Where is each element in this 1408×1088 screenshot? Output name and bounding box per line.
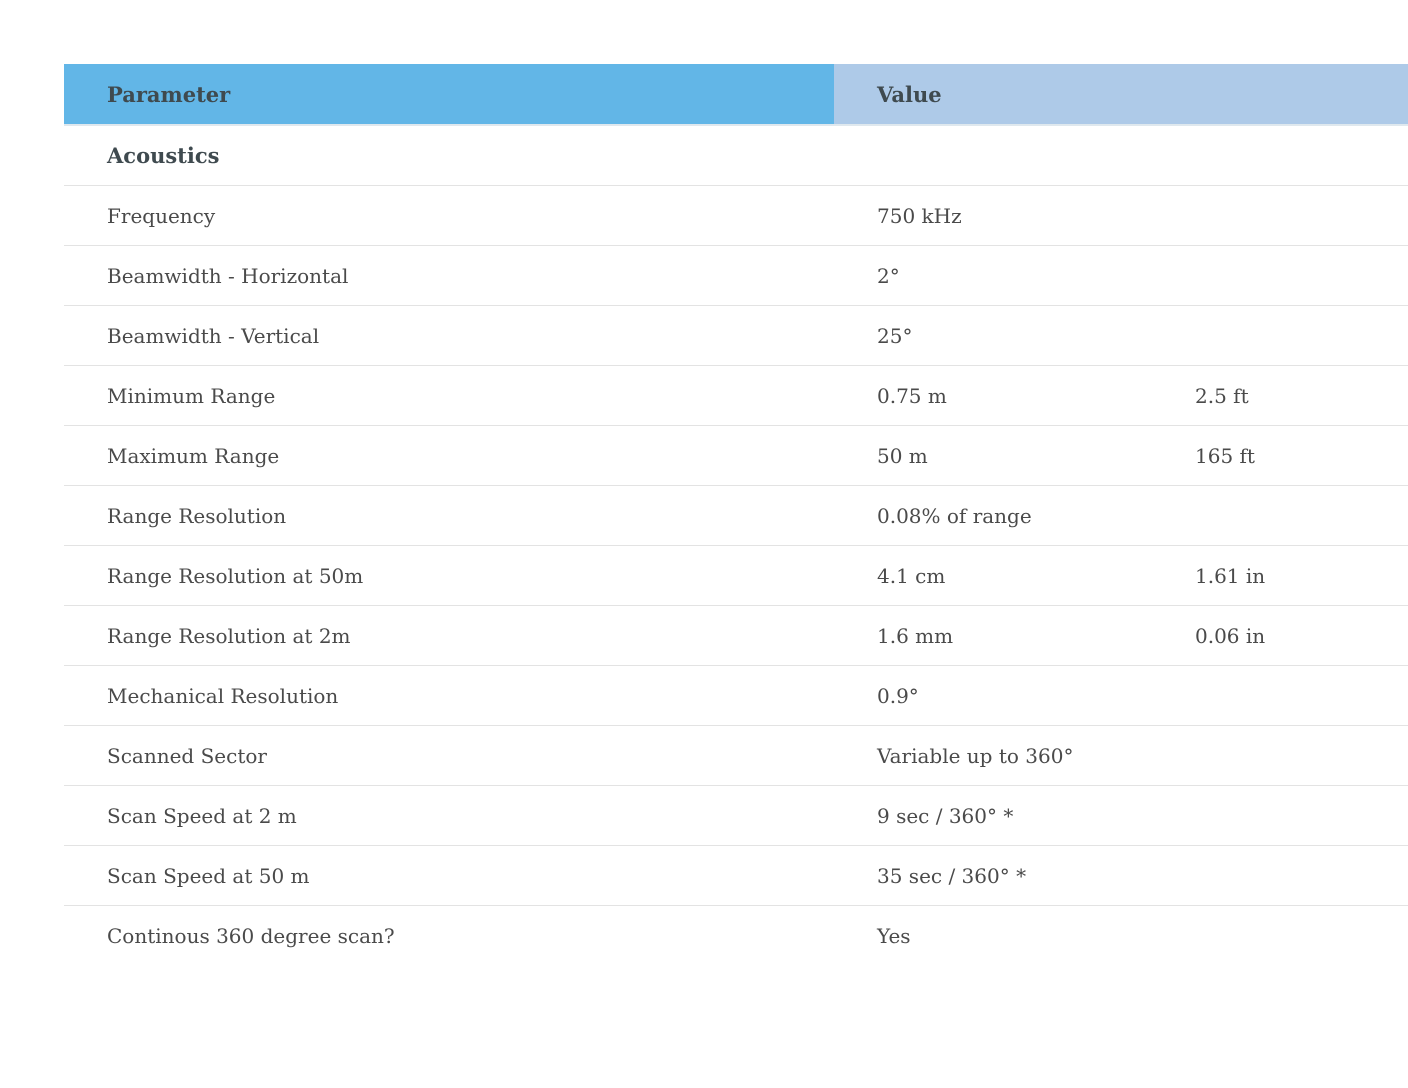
header-value: Value [834, 64, 1408, 124]
row-alt-value [1152, 486, 1408, 545]
row-value: 1.6 mm [877, 623, 954, 648]
row-parameter: Minimum Range [107, 383, 276, 408]
row-parameter: Continous 360 degree scan? [107, 924, 395, 948]
row-value: 0.08% of range [877, 503, 1032, 528]
spec-table: Parameter Value Acoustics Frequency 750 … [64, 64, 1408, 966]
header-parameter: Parameter [64, 64, 834, 124]
table-row: Beamwidth - Horizontal 2° [64, 246, 1408, 306]
row-alt-value: 165 ft [1195, 443, 1255, 468]
table-row: Range Resolution at 2m 1.6 mm 0.06 in [64, 606, 1408, 666]
row-alt-value [1152, 666, 1408, 725]
row-parameter: Acoustics [107, 143, 220, 168]
table-row: Continous 360 degree scan? Yes [64, 906, 1408, 966]
row-value: 0.75 m [877, 383, 947, 408]
row-alt-value [1152, 846, 1408, 905]
row-value [834, 126, 1152, 185]
row-value: 750 kHz [877, 203, 962, 228]
row-parameter: Range Resolution at 2m [107, 623, 351, 648]
row-alt-value: 0.06 in [1195, 623, 1266, 648]
table-row: Acoustics [64, 126, 1408, 186]
row-parameter: Range Resolution at 50m [107, 563, 364, 588]
table-row: Range Resolution at 50m 4.1 cm 1.61 in [64, 546, 1408, 606]
table-row: Frequency 750 kHz [64, 186, 1408, 246]
table-row: Mechanical Resolution 0.9° [64, 666, 1408, 726]
row-value: 25° [877, 323, 913, 348]
row-parameter: Scanned Sector [107, 743, 267, 768]
table-row: Minimum Range 0.75 m 2.5 ft [64, 366, 1408, 426]
row-parameter: Beamwidth - Horizontal [107, 263, 349, 288]
row-value: 9 sec / 360° * [877, 803, 1014, 828]
row-alt-value [1152, 306, 1408, 365]
row-parameter: Frequency [107, 203, 216, 228]
table-row: Maximum Range 50 m 165 ft [64, 426, 1408, 486]
row-parameter: Range Resolution [107, 503, 287, 528]
row-alt-value [1152, 786, 1408, 845]
table-header: Parameter Value [64, 64, 1408, 126]
row-value: 4.1 cm [877, 563, 946, 588]
row-parameter: Mechanical Resolution [107, 683, 339, 708]
row-alt-value: 1.61 in [1195, 563, 1266, 588]
row-value: 50 m [877, 443, 928, 468]
table-row: Beamwidth - Vertical 25° [64, 306, 1408, 366]
row-value: 2° [877, 263, 900, 288]
row-parameter: Beamwidth - Vertical [107, 323, 320, 348]
table-row: Scan Speed at 2 m 9 sec / 360° * [64, 786, 1408, 846]
row-alt-value [1152, 186, 1408, 245]
table-row: Scan Speed at 50 m 35 sec / 360° * [64, 846, 1408, 906]
row-alt-value [1152, 906, 1408, 966]
row-parameter: Scan Speed at 50 m [107, 863, 310, 888]
row-value: 0.9° [877, 683, 919, 708]
row-alt-value [1152, 246, 1408, 305]
row-value: 35 sec / 360° * [877, 863, 1027, 888]
row-parameter: Maximum Range [107, 443, 280, 468]
row-alt-value [1152, 126, 1408, 185]
row-value: Variable up to 360° [877, 743, 1074, 768]
row-value: Yes [877, 924, 911, 948]
row-alt-value: 2.5 ft [1195, 383, 1249, 408]
row-alt-value [1152, 726, 1408, 785]
row-parameter: Scan Speed at 2 m [107, 803, 297, 828]
table-row: Range Resolution 0.08% of range [64, 486, 1408, 546]
table-row: Scanned Sector Variable up to 360° [64, 726, 1408, 786]
